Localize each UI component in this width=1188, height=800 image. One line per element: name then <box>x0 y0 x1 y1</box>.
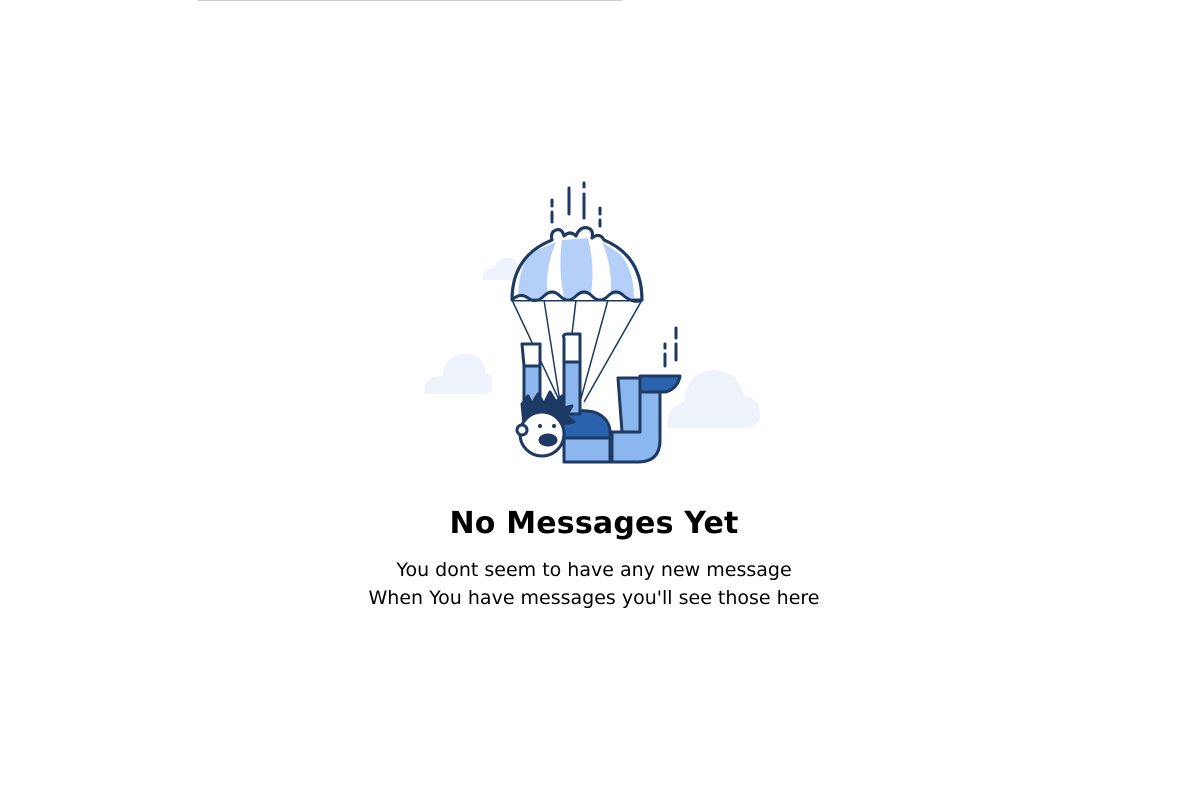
cloud-icon <box>424 354 493 394</box>
empty-messages-page: No Messages Yet You dont seem to have an… <box>0 0 1188 800</box>
skydiver-icon <box>515 332 682 464</box>
top-divider <box>198 0 622 1</box>
parachute-icon <box>510 226 644 303</box>
cloud-icon <box>667 370 760 428</box>
empty-state-title: No Messages Yet <box>449 506 739 541</box>
motion-lines-icon <box>663 326 678 368</box>
motion-lines-icon <box>550 181 602 228</box>
empty-state-message: You dont seem to have any new message <box>396 559 792 581</box>
empty-state-hint: When You have messages you'll see those … <box>368 587 820 609</box>
parachute-skydiver-illustration <box>424 181 760 464</box>
